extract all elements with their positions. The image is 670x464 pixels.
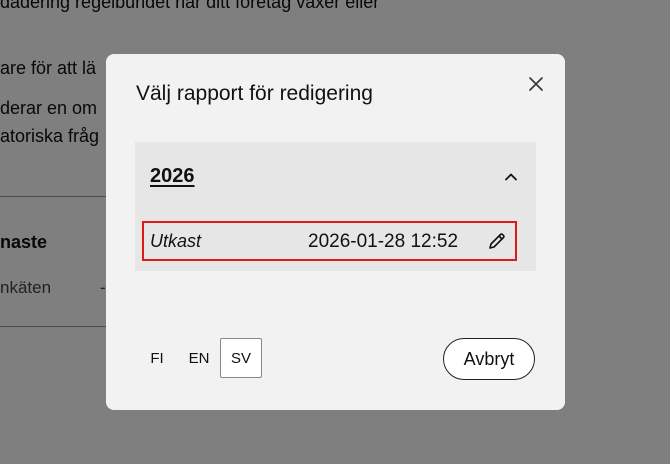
report-status: Utkast	[150, 231, 202, 251]
collapse-button[interactable]	[503, 169, 519, 185]
select-report-dialog: Välj rapport för redigering 2026 Utkast …	[106, 54, 565, 410]
report-item[interactable]: Utkast 2026-01-28 12:52	[142, 221, 517, 261]
cancel-button[interactable]: Avbryt	[443, 338, 535, 380]
dialog-title: Välj rapport för redigering	[136, 82, 373, 105]
edit-report-button[interactable]	[487, 231, 507, 251]
language-en-button[interactable]: EN	[178, 338, 220, 378]
report-datetime: 2026-01-28 12:52	[308, 231, 459, 252]
chevron-up-icon	[505, 173, 517, 181]
year-accordion-toggle[interactable]: 2026	[150, 165, 195, 188]
close-button[interactable]	[524, 72, 548, 96]
year-accordion: 2026 Utkast 2026-01-28 12:52	[135, 142, 536, 271]
language-switcher: FI EN SV	[136, 338, 262, 378]
pencil-icon	[489, 233, 505, 249]
language-fi-button[interactable]: FI	[136, 338, 178, 378]
close-icon	[529, 77, 543, 91]
language-sv-button[interactable]: SV	[220, 338, 262, 378]
